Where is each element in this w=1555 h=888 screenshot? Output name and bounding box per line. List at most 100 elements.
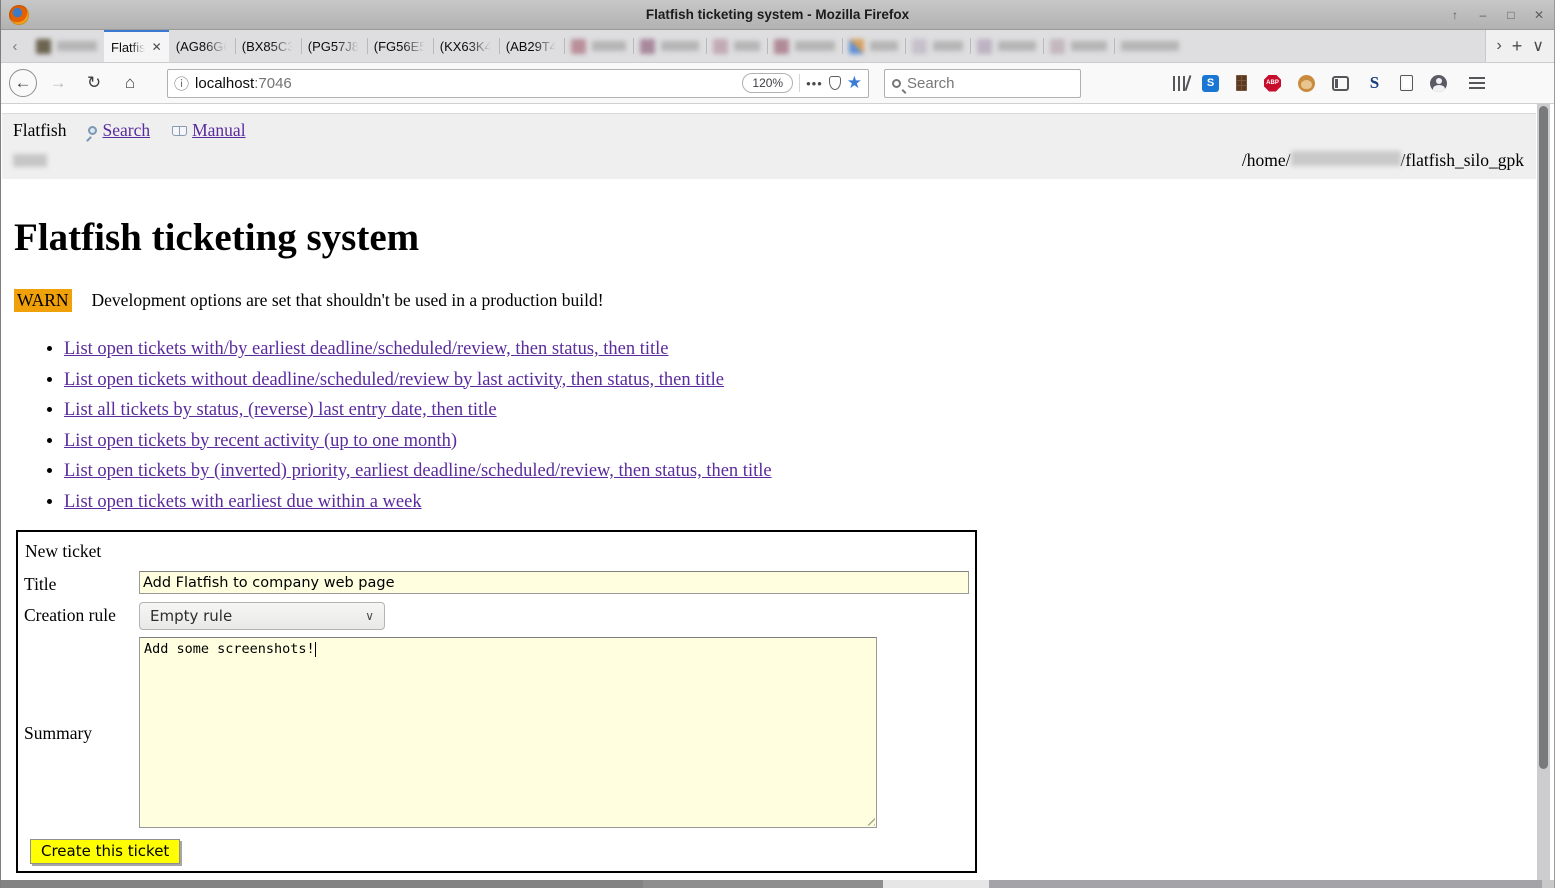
scrollbar-thumb[interactable] bbox=[1539, 106, 1548, 769]
tab-ticket-3[interactable]: (PG57J8L bbox=[301, 30, 367, 62]
window-title: Flatfish ticketing system - Mozilla Fire… bbox=[1, 7, 1554, 22]
new-tab-icon[interactable]: + bbox=[1512, 36, 1523, 57]
path-prefix: /home/ bbox=[1242, 150, 1291, 170]
tracking-protection-shield-icon[interactable] bbox=[829, 76, 841, 90]
bottom-segment bbox=[643, 880, 883, 888]
creation-rule-value: Empty rule bbox=[150, 607, 232, 625]
repository-path: /home/ /flatfish_silo_gpk bbox=[1242, 150, 1524, 171]
blurred-tab[interactable] bbox=[706, 30, 767, 62]
tab-label: (FG56E5 bbox=[374, 39, 426, 54]
title-input[interactable] bbox=[139, 571, 969, 594]
tab-label: (PG57J8L bbox=[308, 39, 360, 54]
resize-grip-icon[interactable] bbox=[864, 815, 875, 826]
window-minimize-icon[interactable]: – bbox=[1476, 8, 1490, 22]
form-legend: New ticket bbox=[24, 539, 970, 564]
summary-textarea[interactable]: Add some screenshots! bbox=[139, 637, 877, 828]
menu-hamburger-icon[interactable] bbox=[1469, 77, 1485, 89]
tab-ticket-6[interactable]: (AB29T4 bbox=[499, 30, 564, 62]
ticket-list-link-4[interactable]: List open tickets by recent activity (up… bbox=[64, 431, 457, 451]
home-button[interactable]: ⌂ bbox=[115, 68, 145, 98]
tab-ticket-5[interactable]: (KX63K4 bbox=[433, 30, 499, 62]
blurred-tab[interactable] bbox=[633, 30, 706, 62]
chocolate-extension-icon[interactable] bbox=[1236, 75, 1247, 91]
blurred-tab[interactable] bbox=[970, 30, 1043, 62]
window-close-icon[interactable]: ✕ bbox=[1532, 8, 1546, 22]
ticket-list-link-6[interactable]: List open tickets with earliest due with… bbox=[64, 492, 422, 512]
tab-ticket-1[interactable]: (AG86G6 bbox=[169, 30, 235, 62]
close-tab-icon[interactable]: ✕ bbox=[152, 40, 162, 54]
page-actions-icon[interactable]: ••• bbox=[806, 76, 823, 91]
ticket-list-link-3[interactable]: List all tickets by status, (reverse) la… bbox=[64, 400, 497, 420]
create-ticket-button[interactable]: Create this ticket bbox=[30, 839, 180, 864]
sidebar-toggle-icon[interactable] bbox=[1332, 76, 1349, 91]
blurred-user-item bbox=[13, 154, 47, 167]
url-bar[interactable]: ⓘ localhost:7046 120% ••• ★ bbox=[167, 69, 869, 98]
chevron-down-icon: ∨ bbox=[365, 609, 374, 623]
tab-label: Flatfis bbox=[111, 40, 146, 55]
site-manual-label: Manual bbox=[192, 120, 245, 141]
forward-button[interactable]: → bbox=[43, 68, 73, 98]
stylus-extension-icon[interactable]: S bbox=[1366, 75, 1383, 92]
list-item: List open tickets with/by earliest deadl… bbox=[64, 339, 1536, 360]
tab-scroll-left-icon[interactable]: ‹ bbox=[1, 30, 29, 62]
ticket-link-list: List open tickets with/by earliest deadl… bbox=[14, 339, 1536, 513]
blurred-favicon bbox=[571, 39, 586, 54]
session-extension-icon[interactable]: S bbox=[1202, 75, 1219, 92]
path-suffix: /flatfish_silo_gpk bbox=[1401, 150, 1524, 170]
reload-button[interactable]: ↻ bbox=[79, 68, 109, 98]
tab-ticket-2[interactable]: (BX85C3 bbox=[235, 30, 301, 62]
blurred-tab-title bbox=[998, 41, 1036, 51]
tab-bar: ‹ Flatfis ✕ (AG86G6 (BX85C3 (PG57J8L (FG… bbox=[1, 30, 1554, 63]
window-titlebar: Flatfish ticketing system - Mozilla Fire… bbox=[1, 0, 1554, 30]
bookmark-star-icon[interactable]: ★ bbox=[847, 73, 862, 93]
list-item: List open tickets by recent activity (up… bbox=[64, 431, 1536, 452]
library-icon[interactable] bbox=[1173, 76, 1185, 91]
blurred-favicon bbox=[36, 39, 51, 54]
adblock-plus-icon[interactable]: ABP bbox=[1264, 75, 1281, 92]
search-input[interactable] bbox=[907, 75, 1073, 92]
site-search-link[interactable]: Search bbox=[88, 120, 150, 141]
tab-dropdown-icon[interactable]: ∨ bbox=[1532, 36, 1544, 56]
ticket-list-link-1[interactable]: List open tickets with/by earliest deadl… bbox=[64, 339, 669, 359]
tab-label: (AB29T4 bbox=[506, 39, 557, 54]
ticket-list-link-2[interactable]: List open tickets without deadline/sched… bbox=[64, 370, 724, 390]
blurred-tab[interactable] bbox=[564, 30, 633, 62]
blurred-tab[interactable] bbox=[905, 30, 970, 62]
window-maximize-icon[interactable]: □ bbox=[1504, 8, 1518, 22]
blurred-tab[interactable] bbox=[29, 30, 104, 62]
page-viewport: Flatfish Search Manual /home//flatfish_s… bbox=[2, 105, 1536, 880]
site-manual-link[interactable]: Manual bbox=[172, 120, 245, 141]
blurred-tab-title bbox=[661, 41, 699, 51]
tab-overflow-icon[interactable]: › bbox=[1496, 37, 1501, 55]
blurred-favicon bbox=[912, 39, 927, 54]
title-label: Title bbox=[24, 571, 139, 595]
blurred-tab[interactable] bbox=[767, 30, 842, 62]
search-icon bbox=[892, 79, 901, 88]
site-header: Flatfish Search Manual /home//flatfish_s… bbox=[2, 113, 1536, 179]
url-port: :7046 bbox=[254, 75, 292, 92]
window-shade-icon[interactable]: ↑ bbox=[1448, 8, 1462, 22]
creation-rule-label: Creation rule bbox=[24, 602, 139, 630]
clipboard-extension-icon[interactable] bbox=[1400, 75, 1413, 91]
blurred-tab[interactable] bbox=[1114, 30, 1186, 62]
blurred-tab-title bbox=[1071, 41, 1107, 51]
tab-label: (KX63K4 bbox=[440, 39, 492, 54]
site-info-icon[interactable]: ⓘ bbox=[174, 73, 189, 94]
vertical-scrollbar[interactable] bbox=[1537, 104, 1550, 880]
greasemonkey-icon[interactable] bbox=[1298, 75, 1315, 92]
tab-ticket-4[interactable]: (FG56E5 bbox=[367, 30, 433, 62]
blurred-tab[interactable] bbox=[1043, 30, 1114, 62]
blurred-favicon bbox=[640, 39, 655, 54]
ticket-list-link-5[interactable]: List open tickets by (inverted) priority… bbox=[64, 461, 772, 481]
search-bar[interactable] bbox=[884, 69, 1081, 98]
firefox-window: Flatfish ticketing system - Mozilla Fire… bbox=[0, 0, 1555, 888]
blurred-tab[interactable] bbox=[842, 30, 905, 62]
back-button[interactable]: ← bbox=[9, 69, 37, 97]
tab-active-flatfish[interactable]: Flatfis ✕ bbox=[104, 30, 169, 62]
new-ticket-form: New ticket Title Creation rule Empty rul… bbox=[16, 530, 977, 873]
zoom-indicator[interactable]: 120% bbox=[742, 73, 793, 93]
search-icon bbox=[88, 126, 97, 135]
account-icon[interactable] bbox=[1430, 75, 1447, 92]
creation-rule-select[interactable]: Empty rule ∨ bbox=[139, 602, 385, 630]
book-icon bbox=[172, 126, 187, 136]
